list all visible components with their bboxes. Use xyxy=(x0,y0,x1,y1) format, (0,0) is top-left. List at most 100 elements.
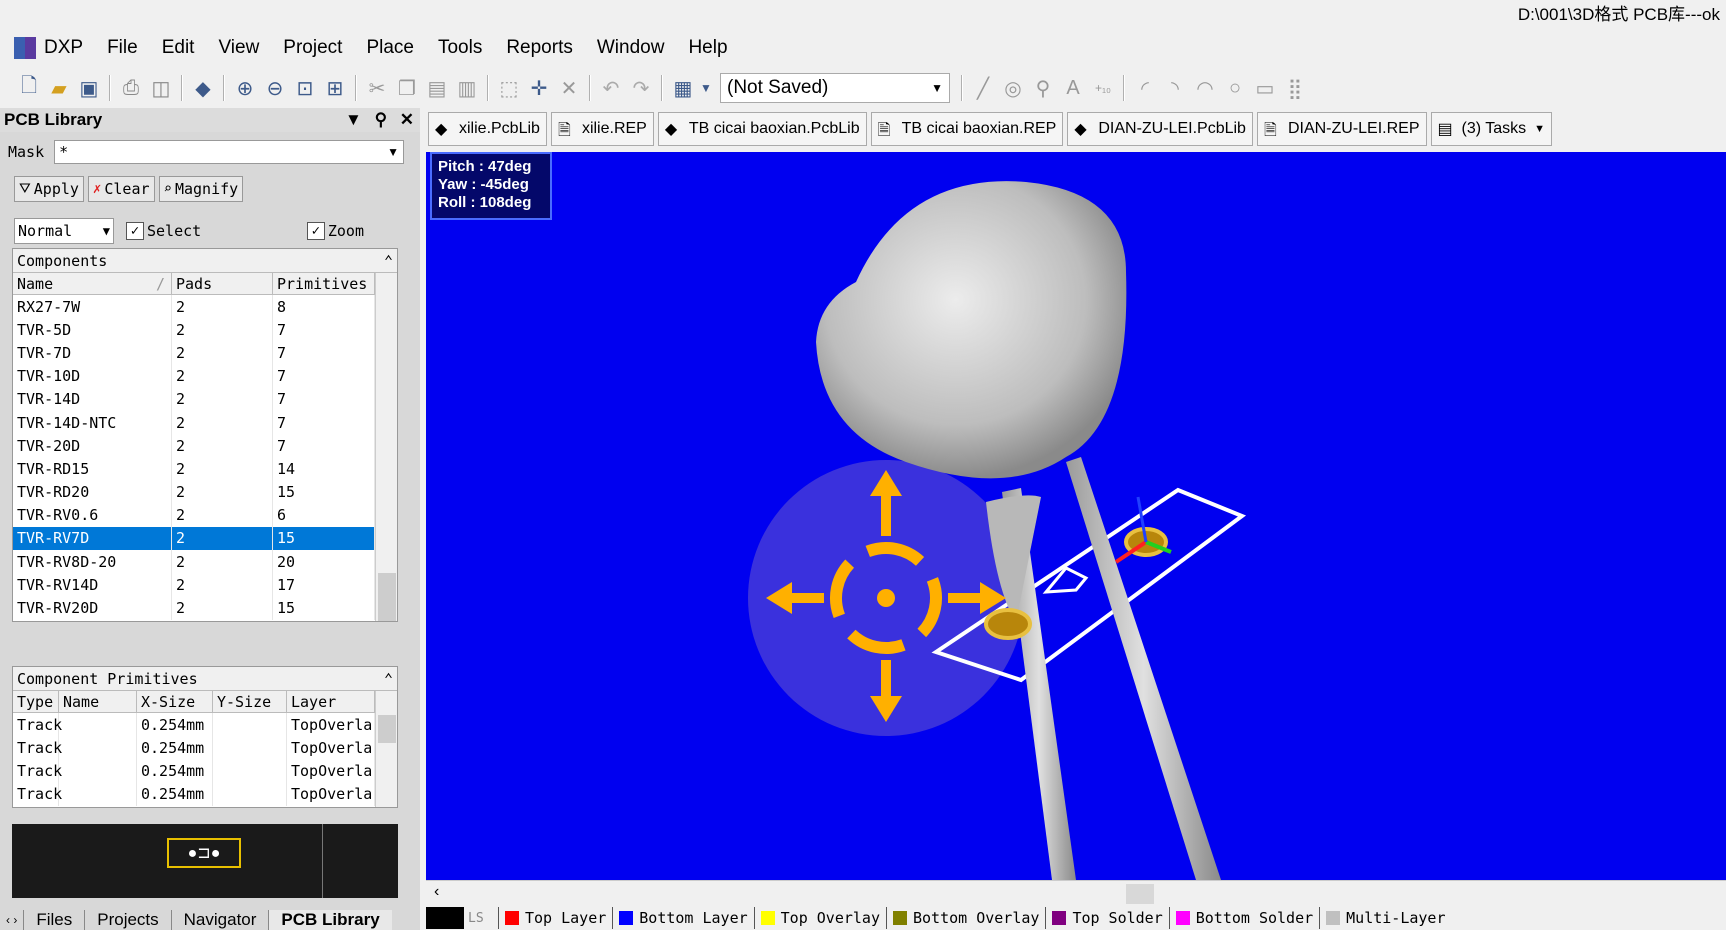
table-row[interactable]: TVR-RD15 2 14 xyxy=(13,457,375,481)
table-row[interactable]: TVR-RV7D 2 15 xyxy=(13,526,375,551)
menu-dxp[interactable]: DXP xyxy=(44,37,95,59)
open-folder-icon[interactable]: ▰ xyxy=(44,73,74,103)
table-row[interactable]: TVR-RV14D 2 17 xyxy=(13,573,375,597)
arc-edge-icon[interactable]: ◝ xyxy=(1160,73,1190,103)
viewport-h-scrollbar[interactable]: ‹ xyxy=(426,880,1726,906)
table-row[interactable]: TVR-RV0.6 2 6 xyxy=(13,503,375,527)
column-header-pads[interactable]: Pads xyxy=(172,273,273,294)
rubber-stamp-icon[interactable]: ▥ xyxy=(452,73,482,103)
cut-icon[interactable]: ✂ xyxy=(362,73,392,103)
layer-tab[interactable]: Top Layer xyxy=(498,907,612,929)
grid-icon[interactable]: ▦ xyxy=(668,73,698,103)
pin-icon[interactable]: ⚲ xyxy=(375,110,387,129)
move-icon[interactable]: ✛ xyxy=(524,73,554,103)
menu-help[interactable]: Help xyxy=(676,37,739,59)
menu-file[interactable]: File xyxy=(95,37,150,59)
close-icon[interactable]: ✕ xyxy=(400,110,414,129)
full-circle-icon[interactable]: ○ xyxy=(1220,73,1250,103)
redo-icon[interactable]: ↷ xyxy=(626,73,656,103)
table-row[interactable]: TVR-5D 2 7 xyxy=(13,318,375,342)
layer-set-button[interactable]: LS xyxy=(426,906,498,930)
menu-place[interactable]: Place xyxy=(354,37,426,59)
layer-tab[interactable]: Top Overlay xyxy=(753,907,886,929)
zoom-fit-icon[interactable]: ⊡ xyxy=(290,73,320,103)
zoom-selected-icon[interactable]: ⊞ xyxy=(320,73,350,103)
mode-select[interactable]: Normal ▼ xyxy=(14,218,114,244)
table-row[interactable]: TVR-14D 2 7 xyxy=(13,387,375,411)
undo-icon[interactable]: ↶ xyxy=(596,73,626,103)
menu-tools[interactable]: Tools xyxy=(426,37,494,59)
layer-tab[interactable]: Top Solder xyxy=(1045,907,1168,929)
paste-icon[interactable]: ▤ xyxy=(422,73,452,103)
zoom-checkbox[interactable]: ✓ Zoom xyxy=(306,222,364,240)
document-tab[interactable]: ◆ DIAN-ZU-LEI.PcbLib xyxy=(1067,112,1253,146)
print-icon[interactable]: ⎙ xyxy=(116,73,146,103)
layer-tab[interactable]: Bottom Layer xyxy=(612,907,753,929)
menu-edit[interactable]: Edit xyxy=(150,37,207,59)
column-header-name[interactable]: Name xyxy=(59,691,137,712)
tab-pcb-library[interactable]: PCB Library xyxy=(268,910,392,930)
layer-tab[interactable]: Multi-Layer xyxy=(1319,907,1451,929)
components-scrollbar[interactable]: ⌄ xyxy=(375,273,397,621)
copy-icon[interactable]: ❐ xyxy=(392,73,422,103)
table-row[interactable]: TVR-7D 2 7 xyxy=(13,341,375,365)
panel-menu-icon[interactable]: ▼ xyxy=(345,110,362,129)
fill-icon[interactable]: ▭ xyxy=(1250,73,1280,103)
table-row[interactable]: TVR-RV8D-20 2 20 xyxy=(13,550,375,574)
new-document-icon[interactable]: 🗋 xyxy=(14,73,44,103)
select-checkbox[interactable]: ✓ Select xyxy=(126,222,201,240)
table-row[interactable]: TVR-10D 2 7 xyxy=(13,364,375,388)
dxp-logo-icon[interactable] xyxy=(14,37,36,59)
place-pad-icon[interactable]: ◎ xyxy=(998,73,1028,103)
3d-viewport[interactable]: Pitch : 47deg Yaw : -45deg Roll : 108deg xyxy=(426,152,1726,880)
save-icon[interactable]: ▣ xyxy=(74,73,104,103)
menu-project[interactable]: Project xyxy=(271,37,354,59)
arc-any-icon[interactable]: ◠ xyxy=(1190,73,1220,103)
column-header-ysize[interactable]: Y-Size xyxy=(213,691,287,712)
mask-input[interactable]: * ▼ xyxy=(54,140,404,164)
chevron-down-icon[interactable]: ▼ xyxy=(387,145,399,159)
select-area-icon[interactable]: ⬚ xyxy=(494,73,524,103)
footprint-preview[interactable]: ●⊐● xyxy=(12,824,398,898)
print-preview-icon[interactable]: ◫ xyxy=(146,73,176,103)
scrollbar-thumb[interactable] xyxy=(1126,884,1154,904)
tab-scroll-arrows-icon[interactable]: ‹ › xyxy=(0,913,23,927)
menu-view[interactable]: View xyxy=(206,37,271,59)
document-tab[interactable]: ▤ (3) Tasks ▼ xyxy=(1430,112,1553,146)
zoom-out-icon[interactable]: ⊖ xyxy=(260,73,290,103)
layer-tab[interactable]: Bottom Solder xyxy=(1168,907,1319,929)
place-coordinate-icon[interactable]: +₁₀ xyxy=(1088,73,1118,103)
grid-dropdown-icon[interactable]: ▼ xyxy=(698,73,714,103)
array-paste-icon[interactable]: ⣿ xyxy=(1280,73,1310,103)
collapse-up-icon[interactable]: ⌃ xyxy=(384,252,393,270)
column-header-layer[interactable]: Layer xyxy=(287,691,375,712)
apply-button[interactable]: ⛛ Apply xyxy=(14,176,84,202)
deselect-icon[interactable]: ✕ xyxy=(554,73,584,103)
table-row[interactable]: Track 0.254mm TopOverla xyxy=(13,782,375,806)
place-line-icon[interactable]: ╱ xyxy=(968,73,998,103)
clear-button[interactable]: ✗ Clear xyxy=(87,176,155,202)
column-header-xsize[interactable]: X-Size xyxy=(137,691,213,712)
magnify-button[interactable]: ⌕ Magnify xyxy=(158,176,244,202)
tab-navigator[interactable]: Navigator xyxy=(170,910,269,930)
tab-projects[interactable]: Projects xyxy=(84,910,170,930)
document-tab[interactable]: 🗎 TB cicai baoxian.REP xyxy=(870,112,1064,146)
scroll-left-icon[interactable]: ‹ xyxy=(434,883,439,901)
scrollbar-thumb[interactable] xyxy=(378,715,396,743)
document-tab[interactable]: ◆ TB cicai baoxian.PcbLib xyxy=(657,112,867,146)
table-row[interactable]: TVR-14D-NTC 2 7 xyxy=(13,410,375,435)
menu-reports[interactable]: Reports xyxy=(494,37,585,59)
place-string-icon[interactable]: A xyxy=(1058,73,1088,103)
column-header-primitives[interactable]: Primitives xyxy=(273,273,375,294)
primitives-scrollbar[interactable]: ⌄ xyxy=(375,691,397,807)
table-row[interactable]: Track 0.254mm TopOverla xyxy=(13,736,375,760)
document-tab[interactable]: ◆ xilie.PcbLib xyxy=(428,112,547,146)
table-row[interactable]: TVR-20D 2 7 xyxy=(13,434,375,458)
tab-files[interactable]: Files xyxy=(23,910,84,930)
current-layer-select[interactable]: (Not Saved) ▼ xyxy=(720,73,950,103)
table-row[interactable]: Track 0.254mm TopOverla xyxy=(13,759,375,783)
layer-tab[interactable]: Bottom Overlay xyxy=(886,907,1045,929)
column-header-type[interactable]: Type xyxy=(13,691,59,712)
document-tab[interactable]: 🗎 xilie.REP xyxy=(550,112,654,146)
zoom-in-icon[interactable]: ⊕ xyxy=(230,73,260,103)
